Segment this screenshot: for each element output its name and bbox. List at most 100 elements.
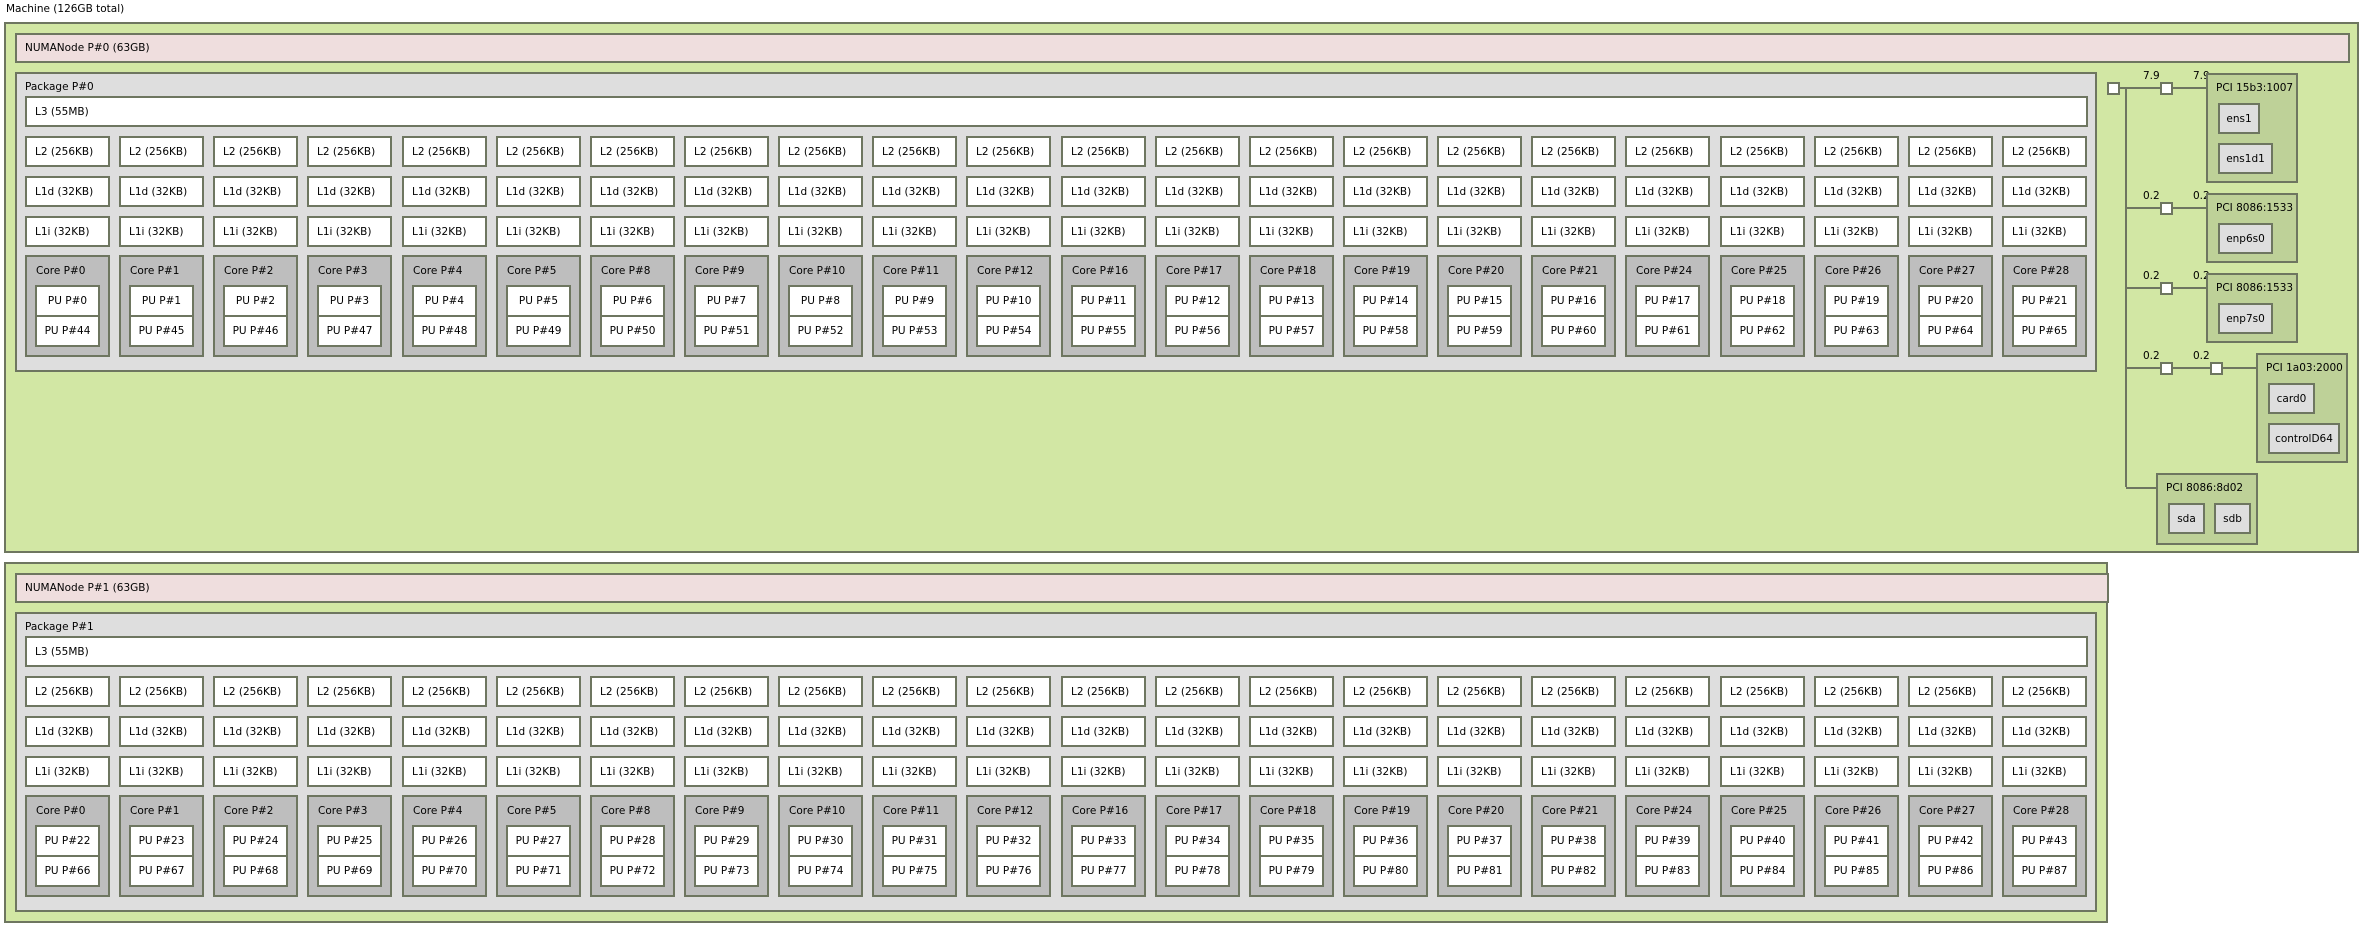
os-device[interactable]: card0 — [2268, 383, 2315, 414]
l1i-cache[interactable]: L1i (32KB) — [1249, 756, 1334, 787]
l2-cache[interactable]: L2 (256KB) — [25, 136, 110, 167]
l1d-cache[interactable]: L1d (32KB) — [966, 176, 1051, 207]
l1d-cache[interactable]: L1d (32KB) — [1061, 176, 1146, 207]
pu-box[interactable]: PU P#79 — [1259, 855, 1324, 887]
pu-box[interactable]: PU P#3 — [317, 285, 382, 317]
pu-box[interactable]: PU P#7 — [694, 285, 759, 317]
l1d-cache[interactable]: L1d (32KB) — [1343, 716, 1428, 747]
l2-cache[interactable]: L2 (256KB) — [119, 676, 204, 707]
l1d-cache[interactable]: L1d (32KB) — [25, 716, 110, 747]
l1i-cache[interactable]: L1i (32KB) — [307, 216, 392, 247]
pu-box[interactable]: PU P#86 — [1918, 855, 1983, 887]
pu-box[interactable]: PU P#55 — [1071, 315, 1136, 347]
l1i-cache[interactable]: L1i (32KB) — [1908, 216, 1993, 247]
pu-box[interactable]: PU P#19 — [1824, 285, 1889, 317]
l2-cache[interactable]: L2 (256KB) — [1437, 136, 1522, 167]
l2-cache[interactable]: L2 (256KB) — [1343, 676, 1428, 707]
l1d-cache[interactable]: L1d (32KB) — [119, 176, 204, 207]
l1i-cache[interactable]: L1i (32KB) — [1155, 216, 1240, 247]
pu-box[interactable]: PU P#65 — [2012, 315, 2077, 347]
pu-box[interactable]: PU P#82 — [1541, 855, 1606, 887]
pu-box[interactable]: PU P#26 — [412, 825, 477, 857]
l2-cache[interactable]: L2 (256KB) — [2002, 136, 2087, 167]
pu-box[interactable]: PU P#38 — [1541, 825, 1606, 857]
pu-box[interactable]: PU P#73 — [694, 855, 759, 887]
l2-cache[interactable]: L2 (256KB) — [1249, 676, 1334, 707]
os-device[interactable]: ens1d1 — [2218, 143, 2273, 174]
l2-cache[interactable]: L2 (256KB) — [1908, 136, 1993, 167]
l2-cache[interactable]: L2 (256KB) — [684, 676, 769, 707]
l1d-cache[interactable]: L1d (32KB) — [1908, 716, 1993, 747]
pu-box[interactable]: PU P#25 — [317, 825, 382, 857]
pu-box[interactable]: PU P#48 — [412, 315, 477, 347]
pu-box[interactable]: PU P#87 — [2012, 855, 2077, 887]
pu-box[interactable]: PU P#43 — [2012, 825, 2077, 857]
numa-node-bar[interactable]: NUMANode P#1 (63GB) — [15, 573, 2109, 603]
l1i-cache[interactable]: L1i (32KB) — [1343, 756, 1428, 787]
l2-cache[interactable]: L2 (256KB) — [1625, 136, 1710, 167]
pu-box[interactable]: PU P#54 — [976, 315, 1041, 347]
pu-box[interactable]: PU P#29 — [694, 825, 759, 857]
pu-box[interactable]: PU P#70 — [412, 855, 477, 887]
l1d-cache[interactable]: L1d (32KB) — [496, 716, 581, 747]
l1d-cache[interactable]: L1d (32KB) — [684, 176, 769, 207]
l1i-cache[interactable]: L1i (32KB) — [966, 756, 1051, 787]
pu-box[interactable]: PU P#41 — [1824, 825, 1889, 857]
l2-cache[interactable]: L2 (256KB) — [590, 136, 675, 167]
l2-cache[interactable]: L2 (256KB) — [496, 676, 581, 707]
l1d-cache[interactable]: L1d (32KB) — [119, 716, 204, 747]
host-bridge[interactable] — [2107, 82, 2120, 95]
l1d-cache[interactable]: L1d (32KB) — [1625, 176, 1710, 207]
pu-box[interactable]: PU P#67 — [129, 855, 194, 887]
pu-box[interactable]: PU P#49 — [506, 315, 571, 347]
pu-box[interactable]: PU P#9 — [882, 285, 947, 317]
pu-box[interactable]: PU P#80 — [1353, 855, 1418, 887]
pu-box[interactable]: PU P#2 — [223, 285, 288, 317]
l1d-cache[interactable]: L1d (32KB) — [213, 716, 298, 747]
os-device[interactable]: sda — [2168, 503, 2205, 534]
l1d-cache[interactable]: L1d (32KB) — [25, 176, 110, 207]
l1i-cache[interactable]: L1i (32KB) — [25, 756, 110, 787]
l1i-cache[interactable]: L1i (32KB) — [1061, 756, 1146, 787]
l2-cache[interactable]: L2 (256KB) — [1437, 676, 1522, 707]
pu-box[interactable]: PU P#75 — [882, 855, 947, 887]
l2-cache[interactable]: L2 (256KB) — [213, 136, 298, 167]
pu-box[interactable]: PU P#6 — [600, 285, 665, 317]
l1d-cache[interactable]: L1d (32KB) — [778, 716, 863, 747]
l2-cache[interactable]: L2 (256KB) — [590, 676, 675, 707]
pu-box[interactable]: PU P#45 — [129, 315, 194, 347]
l1d-cache[interactable]: L1d (32KB) — [1625, 716, 1710, 747]
l1d-cache[interactable]: L1d (32KB) — [402, 716, 487, 747]
pu-box[interactable]: PU P#61 — [1635, 315, 1700, 347]
l2-cache[interactable]: L2 (256KB) — [1061, 676, 1146, 707]
pu-box[interactable]: PU P#4 — [412, 285, 477, 317]
numa-node-bar[interactable]: NUMANode P#0 (63GB) — [15, 33, 2350, 63]
l1i-cache[interactable]: L1i (32KB) — [778, 756, 863, 787]
l1d-cache[interactable]: L1d (32KB) — [590, 716, 675, 747]
l1i-cache[interactable]: L1i (32KB) — [590, 756, 675, 787]
pu-box[interactable]: PU P#13 — [1259, 285, 1324, 317]
l2-cache[interactable]: L2 (256KB) — [1720, 136, 1805, 167]
l1i-cache[interactable]: L1i (32KB) — [684, 756, 769, 787]
pu-box[interactable]: PU P#47 — [317, 315, 382, 347]
pu-box[interactable]: PU P#53 — [882, 315, 947, 347]
pci-bridge[interactable] — [2160, 82, 2173, 95]
l1i-cache[interactable]: L1i (32KB) — [872, 216, 957, 247]
l1i-cache[interactable]: L1i (32KB) — [1061, 216, 1146, 247]
pu-box[interactable]: PU P#81 — [1447, 855, 1512, 887]
l1i-cache[interactable]: L1i (32KB) — [684, 216, 769, 247]
os-device[interactable]: ens1 — [2218, 103, 2260, 134]
l3-cache[interactable]: L3 (55MB) — [25, 96, 2088, 127]
l2-cache[interactable]: L2 (256KB) — [25, 676, 110, 707]
pu-box[interactable]: PU P#12 — [1165, 285, 1230, 317]
pu-box[interactable]: PU P#35 — [1259, 825, 1324, 857]
l1d-cache[interactable]: L1d (32KB) — [1531, 176, 1616, 207]
l1d-cache[interactable]: L1d (32KB) — [1908, 176, 1993, 207]
l1i-cache[interactable]: L1i (32KB) — [1720, 216, 1805, 247]
pu-box[interactable]: PU P#24 — [223, 825, 288, 857]
pu-box[interactable]: PU P#23 — [129, 825, 194, 857]
l1d-cache[interactable]: L1d (32KB) — [1814, 176, 1899, 207]
l1i-cache[interactable]: L1i (32KB) — [496, 756, 581, 787]
l1d-cache[interactable]: L1d (32KB) — [2002, 176, 2087, 207]
pu-box[interactable]: PU P#5 — [506, 285, 571, 317]
